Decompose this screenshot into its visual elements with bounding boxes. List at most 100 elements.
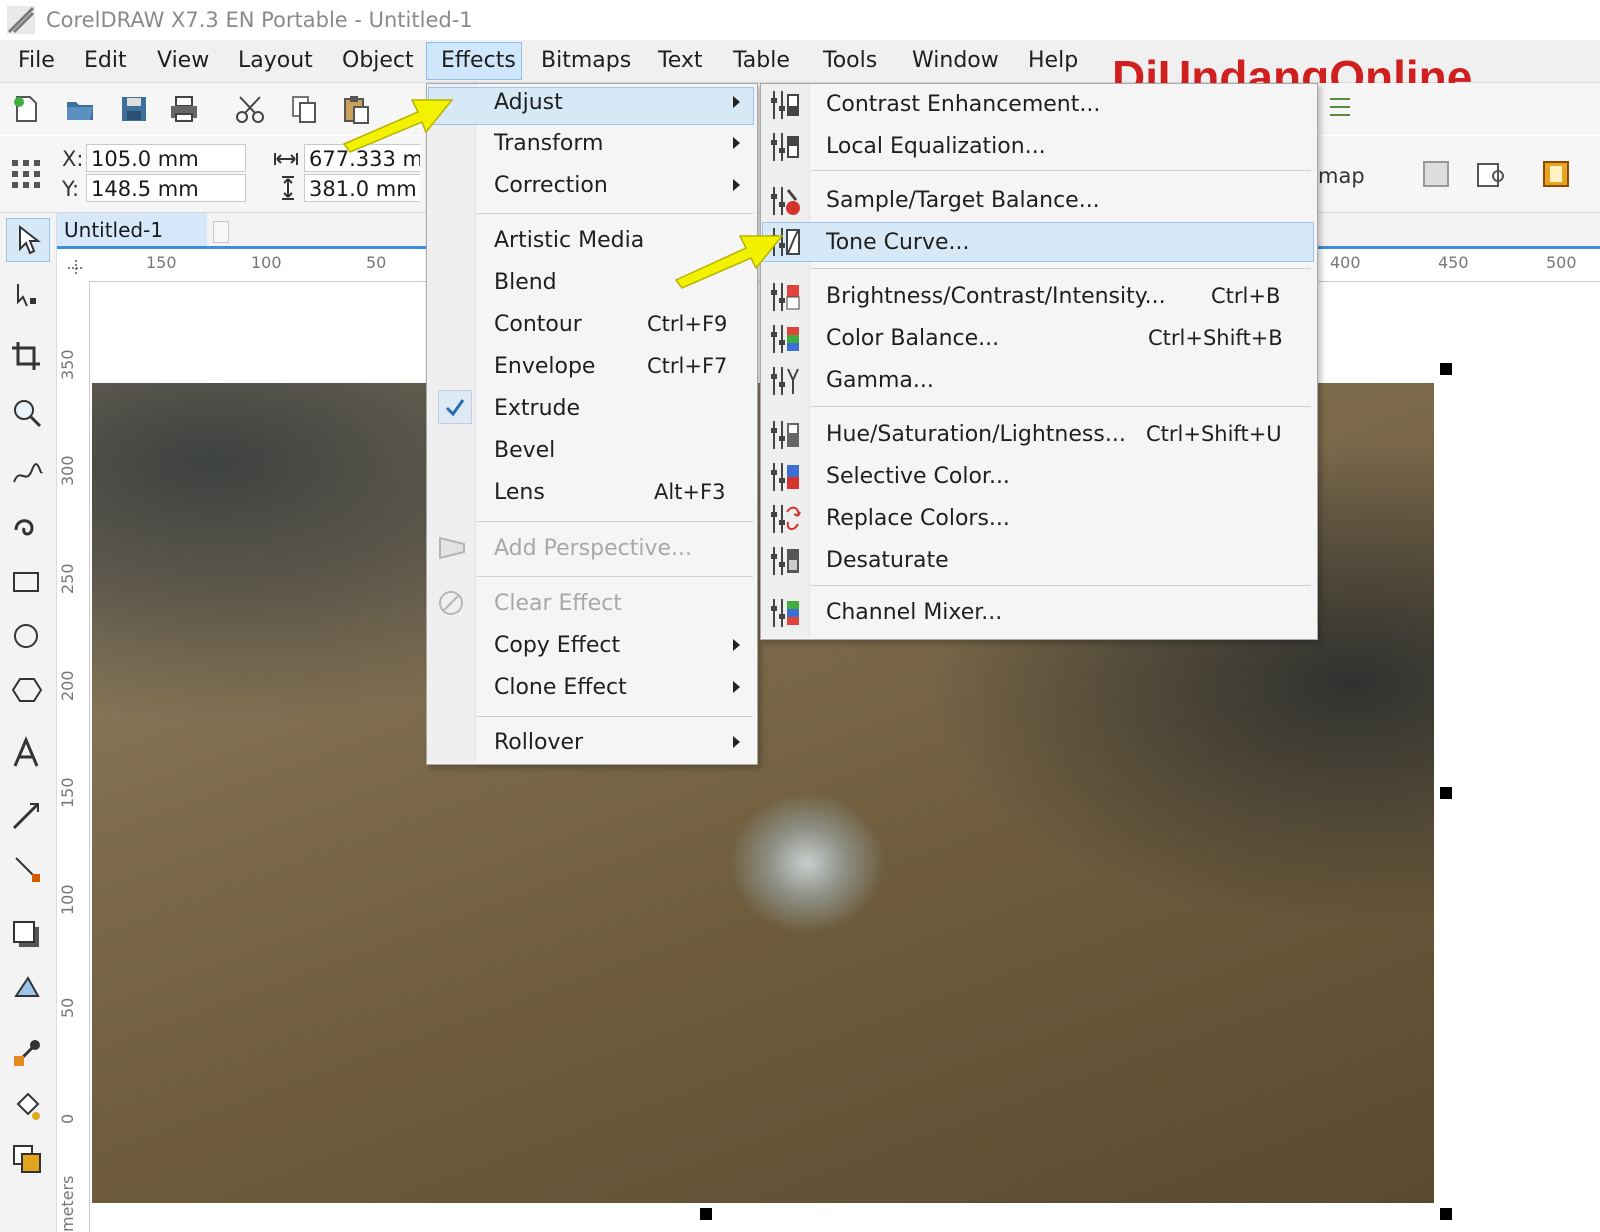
menu-window[interactable]: Window [912, 48, 999, 73]
selective-color-icon [771, 463, 799, 491]
v-ruler-tick: 250 [58, 563, 77, 594]
menu-view[interactable]: View [157, 48, 209, 73]
menu-bitmaps[interactable]: Bitmaps [541, 48, 631, 73]
cut-icon[interactable] [234, 93, 266, 125]
y-position-field[interactable]: 148.5 mm [86, 174, 246, 202]
height-icon [282, 176, 294, 200]
height-field[interactable]: 381.0 mm [304, 174, 420, 202]
x-label: X: [62, 147, 84, 171]
menu-item-envelope[interactable]: Envelope [494, 354, 595, 379]
menu-item-contrast-enhancement[interactable]: Contrast Enhancement... [826, 92, 1100, 117]
menu-tools[interactable]: Tools [823, 48, 877, 73]
polygon-tool-icon[interactable] [10, 674, 44, 708]
menu-item-clone-effect[interactable]: Clone Effect [494, 675, 627, 700]
crop-tool-icon[interactable] [10, 340, 44, 374]
text-tool-icon[interactable] [10, 736, 44, 770]
menu-item-tone-curve[interactable]: Tone Curve... [826, 230, 970, 255]
drop-shadow-tool-icon[interactable] [10, 918, 44, 952]
menu-edit[interactable]: Edit [84, 48, 127, 73]
dimension-tool-icon[interactable] [10, 800, 44, 834]
freehand-tool-icon[interactable] [10, 456, 44, 490]
open-icon[interactable] [64, 93, 96, 125]
menu-layout[interactable]: Layout [238, 48, 313, 73]
h-ruler-tick: 150 [146, 253, 177, 272]
bitmap-label: map [1318, 164, 1365, 188]
menu-item-brightness-contrast-intensity[interactable]: Brightness/Contrast/Intensity... [826, 284, 1166, 309]
menu-separator [477, 716, 753, 717]
menu-item-blend[interactable]: Blend [494, 270, 557, 295]
menu-item-hue-saturation-lightness[interactable]: Hue/Saturation/Lightness... [826, 422, 1126, 447]
shortcut-lens: Alt+F3 [654, 480, 726, 504]
window-title: CorelDRAW X7.3 EN Portable - Untitled-1 [46, 8, 473, 32]
menu-item-artistic-media[interactable]: Artistic Media [494, 228, 644, 253]
menu-item-desaturate[interactable]: Desaturate [826, 548, 949, 573]
ruler-origin-icon[interactable] [66, 258, 86, 278]
channel-mixer-icon [771, 599, 799, 627]
menu-text[interactable]: Text [658, 48, 703, 73]
transparency-tool-icon[interactable] [10, 970, 44, 1004]
ellipse-tool-icon[interactable] [10, 620, 44, 654]
width-icon [274, 153, 298, 165]
h-ruler-tick: 450 [1438, 253, 1469, 272]
v-ruler-tick: 200 [58, 670, 77, 701]
zoom-tool-icon[interactable] [10, 396, 44, 430]
menu-item-bevel[interactable]: Bevel [494, 438, 555, 463]
menu-item-transform[interactable]: Transform [494, 131, 603, 156]
selection-handle[interactable] [1440, 1208, 1452, 1220]
connector-tool-icon[interactable] [10, 852, 44, 886]
menu-item-selective-color[interactable]: Selective Color... [826, 464, 1010, 489]
menu-separator [477, 213, 753, 214]
menu-item-adjust-highlight [428, 87, 754, 125]
options-icon[interactable] [1326, 91, 1358, 123]
submenu-arrow-icon [733, 736, 740, 748]
smart-fill-tool-icon[interactable] [10, 1142, 44, 1176]
menu-item-channel-mixer[interactable]: Channel Mixer... [826, 600, 1002, 625]
menu-item-adjust[interactable]: Adjust [494, 90, 563, 115]
menu-item-sample-target-balance[interactable]: Sample/Target Balance... [826, 188, 1100, 213]
shape-tool-icon[interactable] [10, 278, 44, 312]
menu-file[interactable]: File [18, 48, 55, 73]
v-ruler-tick: 150 [58, 777, 77, 808]
menu-item-replace-colors[interactable]: Replace Colors... [826, 506, 1010, 531]
sample-target-balance-icon [771, 187, 800, 215]
menu-item-copy-effect[interactable]: Copy Effect [494, 633, 620, 658]
annotation-arrow-icon [674, 235, 784, 289]
artistic-media-tool-icon[interactable] [10, 510, 44, 544]
selection-handle[interactable] [700, 1208, 712, 1220]
copy-icon[interactable] [288, 93, 320, 125]
pick-tool-icon[interactable] [10, 223, 44, 257]
eyedropper-tool-icon[interactable] [10, 1036, 44, 1070]
trace-bitmap-icon[interactable] [1474, 158, 1506, 190]
menu-item-correction[interactable]: Correction [494, 173, 608, 198]
submenu-arrow-icon [733, 681, 740, 693]
annotation-arrow-icon [342, 99, 454, 153]
selection-handle[interactable] [1440, 787, 1452, 799]
menu-effects[interactable]: Effects [441, 48, 516, 73]
menu-item-local-equalization[interactable]: Local Equalization... [826, 134, 1046, 159]
save-icon[interactable] [118, 93, 150, 125]
menu-separator [477, 576, 753, 577]
new-document-icon[interactable] [10, 93, 42, 125]
menu-item-gamma[interactable]: Gamma... [826, 368, 934, 393]
menu-item-extrude[interactable]: Extrude [494, 396, 580, 421]
rectangle-tool-icon[interactable] [10, 566, 44, 600]
crop-bitmap-icon[interactable] [1420, 158, 1452, 190]
menu-item-lens[interactable]: Lens [494, 480, 545, 505]
menu-separator [811, 170, 1311, 171]
local-equalization-icon [771, 133, 799, 161]
menu-item-contour[interactable]: Contour [494, 312, 582, 337]
print-icon[interactable] [168, 93, 200, 125]
interactive-fill-tool-icon[interactable] [10, 1090, 44, 1124]
v-ruler-tick: 350 [58, 349, 77, 380]
bitmap-frame-icon[interactable] [1540, 158, 1572, 190]
menu-item-rollover[interactable]: Rollover [494, 730, 583, 755]
menu-help[interactable]: Help [1028, 48, 1078, 73]
new-tab-button[interactable] [213, 221, 229, 243]
menu-table[interactable]: Table [733, 48, 790, 73]
selection-handle[interactable] [1440, 363, 1452, 375]
vertical-ruler [57, 281, 90, 1232]
menu-item-color-balance[interactable]: Color Balance... [826, 326, 999, 351]
reference-point-icon[interactable] [10, 158, 42, 190]
x-position-field[interactable]: 105.0 mm [86, 144, 246, 172]
menu-object[interactable]: Object [342, 48, 414, 73]
